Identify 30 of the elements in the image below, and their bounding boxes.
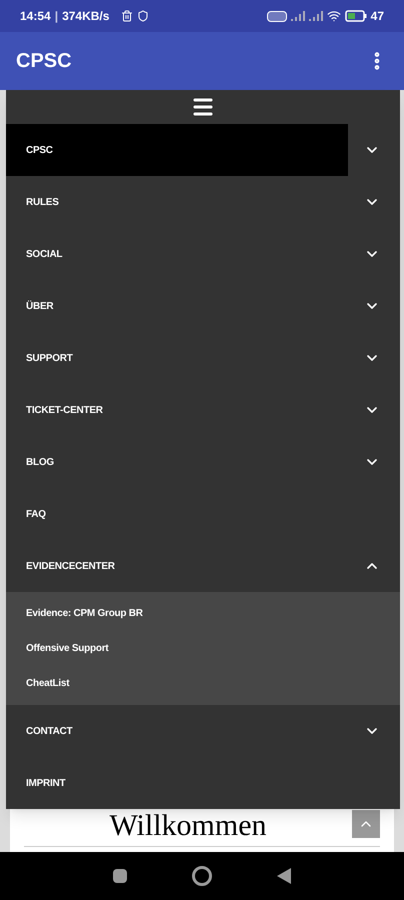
menu-item[interactable]: ÜBER	[6, 280, 364, 332]
menu-item[interactable]: EVIDENCECENTER	[6, 540, 364, 592]
home-icon[interactable]	[192, 866, 212, 886]
menu-item[interactable]: SOCIAL	[6, 228, 364, 280]
network-speed: 374KB/s	[62, 8, 110, 25]
shield-icon	[137, 10, 150, 22]
menu-item[interactable]: IMPRINT	[6, 757, 400, 809]
menu-item[interactable]: CONTACT	[6, 705, 364, 757]
back-icon[interactable]	[277, 868, 292, 884]
status-separator: |	[54, 8, 58, 25]
menu-item[interactable]: CPSC	[6, 124, 348, 176]
menu-item[interactable]: BLOG	[6, 436, 364, 488]
status-time: 14:54	[20, 8, 51, 25]
submenu-item[interactable]: Offensive Support	[6, 631, 400, 666]
menu-item[interactable]: TICKET-CENTER	[6, 384, 364, 436]
menu-item[interactable]: RULES	[6, 176, 364, 228]
menu-item[interactable]: SUPPORT	[6, 332, 364, 384]
submenu-item[interactable]: Evidence: CPM Group BR	[6, 596, 400, 631]
battery-icon	[344, 10, 367, 22]
page-heading: Willkommen	[108, 808, 268, 844]
app-title: CPSC	[16, 49, 73, 74]
trash-icon	[121, 10, 134, 22]
menu-item[interactable]: FAQ	[6, 488, 400, 540]
recents-icon[interactable]	[112, 869, 127, 883]
signal-icon	[290, 11, 305, 21]
battery-level: 47	[370, 8, 384, 25]
submenu-item[interactable]: CheatList	[6, 666, 400, 701]
vpn-icon	[266, 10, 287, 22]
signal-icon	[308, 11, 323, 21]
wifi-icon	[326, 9, 341, 23]
